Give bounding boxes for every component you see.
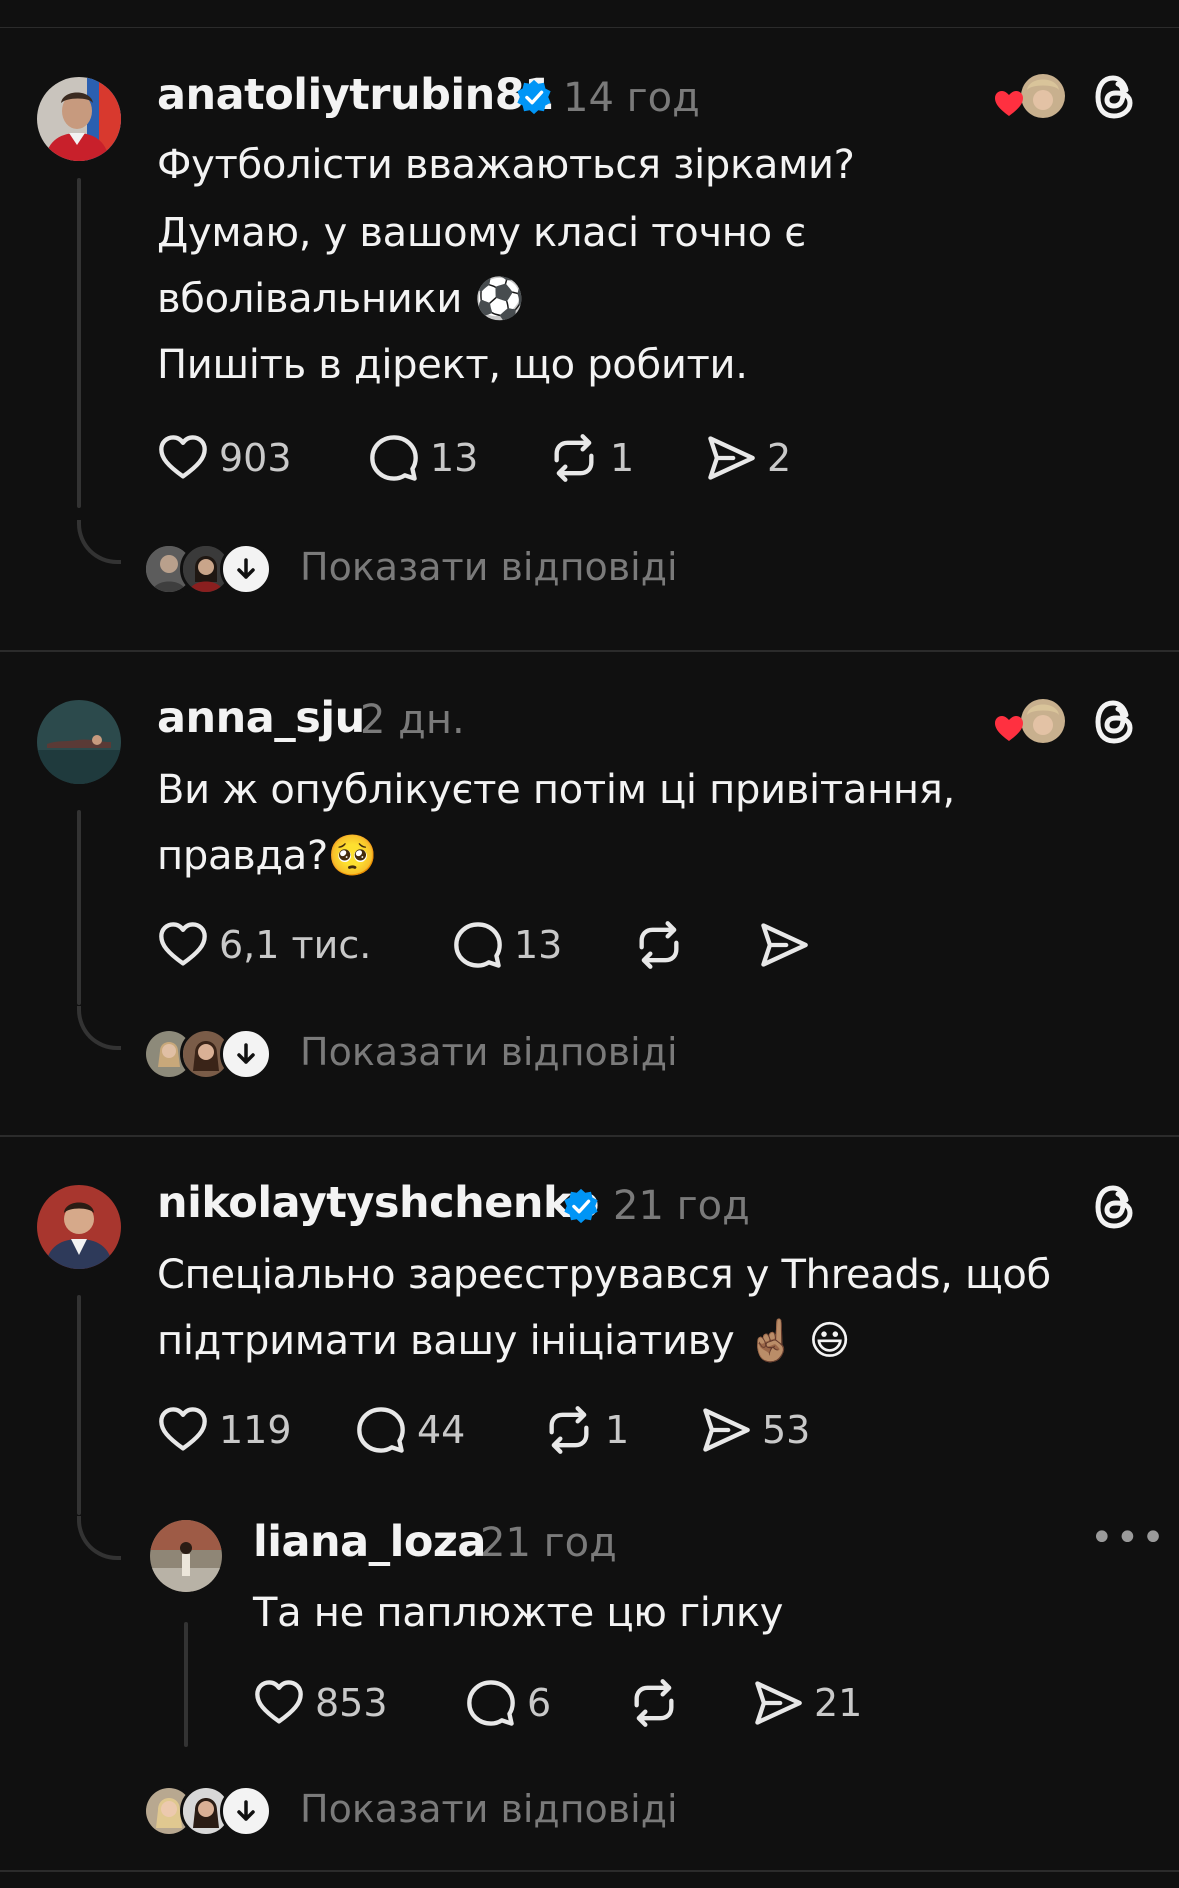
post-text-line: вболівальники ⚽ [157,276,524,322]
heart-icon [157,432,209,484]
show-replies-link[interactable]: Показати відповіді [300,1787,678,1831]
thread-curve [77,1516,121,1560]
comment-count: 13 [514,923,563,967]
comment-count: 13 [430,436,479,480]
repost-icon [628,1677,680,1729]
show-replies-link[interactable]: Показати відповіді [300,545,678,589]
comment-icon [452,919,504,971]
like-count: 6,1 тис. [219,923,372,967]
share-count: 21 [814,1681,863,1725]
like-button[interactable]: 903 [157,428,292,488]
timestamp: 21 год [480,1520,617,1566]
show-replies-arrow-icon[interactable] [220,1028,272,1080]
avatar[interactable] [37,77,121,161]
comment-count: 6 [527,1681,552,1725]
thread-line [77,1295,81,1515]
share-button[interactable]: 2 [705,428,791,488]
like-button[interactable]: 119 [157,1400,292,1460]
reply-text: Та не паплюжте цю гілку [253,1590,784,1636]
comment-button[interactable]: 13 [452,915,562,975]
comment-icon [355,1404,407,1456]
like-count: 119 [219,1408,292,1452]
heart-icon [157,919,209,971]
top-divider [0,27,1179,28]
share-button[interactable]: 21 [752,1673,862,1733]
avatar[interactable] [37,1185,121,1269]
heart-icon [157,1404,209,1456]
username[interactable]: anatoliytrubin81 [157,70,554,120]
username[interactable]: nikolaytyshchenko [157,1178,599,1228]
timestamp: 14 год [563,75,700,121]
share-button[interactable] [758,915,810,975]
repost-count: 1 [605,1408,630,1452]
timestamp: 21 год [613,1183,750,1229]
share-icon [752,1677,804,1729]
show-replies-link[interactable]: Показати відповіді [300,1030,678,1074]
repost-button[interactable] [633,915,685,975]
repost-icon [548,432,600,484]
show-replies-arrow-icon[interactable] [220,543,272,595]
username[interactable]: liana_loza [253,1517,486,1567]
post-text-line: Пишіть в дірект, що робити. [157,342,748,388]
show-replies-arrow-icon[interactable] [220,1785,272,1837]
thread-curve [77,520,121,564]
threads-logo-icon[interactable] [1088,70,1142,124]
share-icon [758,919,810,971]
comment-button[interactable]: 44 [355,1400,465,1460]
repost-count: 1 [610,436,635,480]
repost-icon [633,919,685,971]
repost-icon [543,1404,595,1456]
divider [0,650,1179,652]
like-count: 903 [219,436,292,480]
divider [0,1135,1179,1137]
like-button[interactable]: 853 [253,1673,388,1733]
post-text-line: підтримати вашу ініціативу ☝🏽 😃 [157,1318,851,1364]
like-count: 853 [315,1681,388,1725]
share-icon [705,432,757,484]
thread-line [77,810,81,1005]
comment-count: 44 [417,1408,466,1452]
verified-badge-icon [515,78,553,116]
share-count: 2 [767,436,792,480]
avatar[interactable] [37,700,121,784]
comment-button[interactable]: 6 [465,1673,551,1733]
liked-by-avatar[interactable] [995,70,1067,122]
post-text-line: правда?🥺 [157,833,378,879]
post-text-line: Ви ж опублікуєте потім ці привітання, [157,767,955,813]
repost-button[interactable]: 1 [548,428,634,488]
threads-logo-icon[interactable] [1088,695,1142,749]
comment-icon [368,432,420,484]
threads-logo-icon[interactable] [1088,1180,1142,1234]
comment-button[interactable]: 13 [368,428,478,488]
share-count: 53 [762,1408,811,1452]
share-icon [700,1404,752,1456]
thread-line [77,178,81,508]
post-text-line: Спеціально зареєструвався у Threads, щоб [157,1252,1051,1298]
repost-button[interactable] [628,1673,680,1733]
repost-button[interactable]: 1 [543,1400,629,1460]
username[interactable]: anna_sju [157,693,365,743]
verified-badge-icon [562,1187,600,1225]
thread-line [184,1622,188,1747]
more-options-icon[interactable]: ••• [1090,1515,1167,1561]
liked-by-avatar[interactable] [995,695,1067,747]
heart-icon [253,1677,305,1729]
share-button[interactable]: 53 [700,1400,810,1460]
like-button[interactable]: 6,1 тис. [157,915,371,975]
thread-curve [77,1006,121,1050]
avatar[interactable] [150,1520,222,1592]
timestamp: 2 дн. [360,697,465,743]
post-text-line: Думаю, у вашому класі точно є [157,210,806,256]
post-text-line: Футболісти вважаються зірками? [157,142,855,188]
divider [0,1870,1179,1872]
comment-icon [465,1677,517,1729]
